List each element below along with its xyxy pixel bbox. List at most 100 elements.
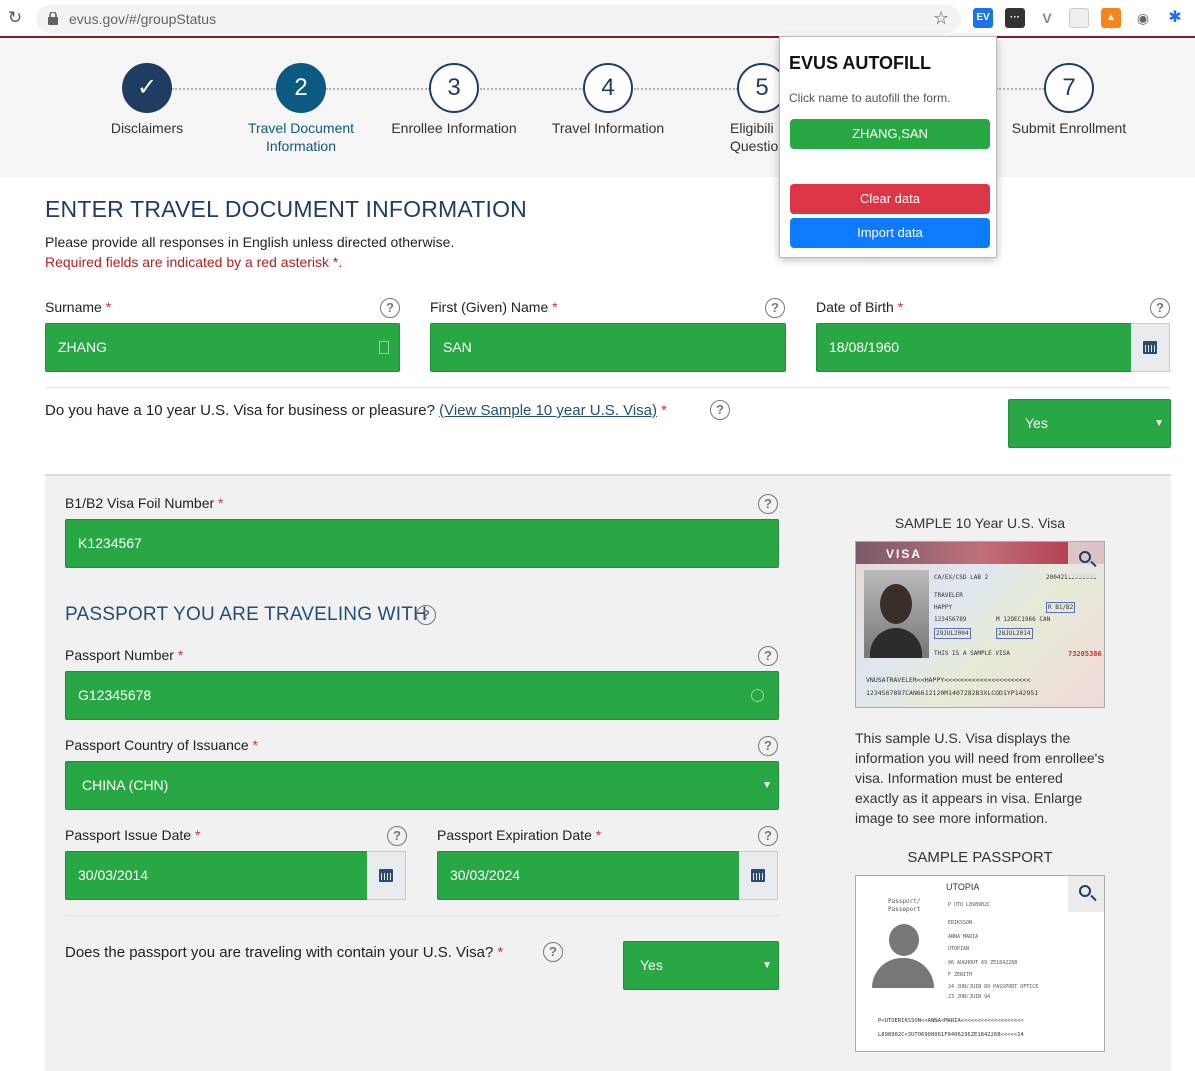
calendar-icon [379, 869, 393, 882]
foil-help-icon[interactable]: ? [758, 494, 778, 514]
contains-visa-question: Does the passport you are traveling with… [65, 944, 504, 961]
contains-visa-help-icon[interactable]: ? [543, 942, 563, 962]
passport-text-line: ERIKSSON [948, 920, 973, 926]
passport-number-input[interactable]: G12345678 [65, 671, 779, 720]
dob-label: Date of Birth * [816, 299, 904, 315]
visa-text-line: CA/EX/CSD LAB 2 [934, 574, 989, 581]
visa-answer-select[interactable]: Yes ▼ [1008, 399, 1171, 448]
issue-date-help-icon[interactable]: ? [387, 826, 407, 846]
step-5-label[interactable]: Eligibili Questio [730, 119, 780, 155]
step-2-label[interactable]: Travel Document Information [226, 119, 376, 155]
passport-country: UTOPIA [946, 882, 980, 892]
passport-number-help-icon[interactable]: ? [758, 646, 778, 666]
camera-icon[interactable]: ◉ [1133, 8, 1153, 28]
step-1-check[interactable]: ✓ [122, 63, 172, 113]
dropdown-arrow-icon: ▼ [762, 960, 772, 971]
expiry-date-label: Passport Expiration Date * [437, 827, 602, 843]
country-select[interactable]: CHINA (CHN) ▼ [65, 761, 779, 810]
visa-text-line: TRAVELER [934, 592, 963, 599]
dropdown-arrow-icon: ▼ [1154, 418, 1164, 429]
divider [45, 387, 1171, 388]
step-4-label[interactable]: Travel Information [533, 119, 683, 137]
foil-number-label: B1/B2 Visa Foil Number * [65, 495, 224, 511]
step-connector [634, 88, 738, 90]
step-1-label[interactable]: Disclaimers [72, 119, 222, 137]
autofill-name-button[interactable]: ZHANG,SAN [790, 119, 990, 149]
surname-input[interactable]: ZHANG [45, 323, 400, 372]
lock-icon [48, 12, 58, 25]
passport-text-line: 06 AUGHOUT 69 ZE184226B [948, 960, 1018, 966]
reload-icon[interactable]: ↻ [6, 9, 24, 27]
english-instruction: Please provide all responses in English … [45, 234, 455, 250]
field-autofill-icon [379, 341, 389, 354]
passport-text-line: P UTO L898902C [948, 902, 991, 908]
page-title: ENTER TRAVEL DOCUMENT INFORMATION [45, 196, 527, 222]
passport-text-line: 24 JUN/JUIN 89 PASSPORT OFFICE [948, 984, 1039, 990]
step-3-circle[interactable]: 3 [429, 63, 479, 113]
visa-mrz-line-2: 1234567897CAN6612120M1407282B3XLCOD1YP14… [866, 689, 1039, 697]
contains-visa-select[interactable]: Yes ▼ [623, 941, 779, 990]
given-name-input[interactable]: SAN [430, 323, 786, 372]
view-sample-visa-link[interactable]: (View Sample 10 year U.S. Visa) [439, 402, 657, 419]
surname-help-icon[interactable]: ? [380, 298, 400, 318]
passport-mrz-line-2: L898902C<3UTO6908061F9406236ZE184226B<<<… [878, 1032, 1024, 1038]
visa-text-line: 28JUL2014 [996, 628, 1033, 639]
step-connector [172, 88, 276, 90]
sample-passport-title: SAMPLE PASSPORT [907, 849, 1053, 866]
dob-input[interactable]: 18/08/1960 [816, 323, 1132, 372]
country-help-icon[interactable]: ? [758, 736, 778, 756]
given-name-label: First (Given) Name * [430, 299, 558, 315]
popup-title: EVUS AUTOFILL [789, 53, 932, 73]
visa-word: VISA [886, 547, 923, 561]
zoom-icon[interactable] [1068, 542, 1104, 578]
passport-number-label: Passport Number * [65, 647, 184, 663]
visa-text-line: 123456789 [934, 616, 967, 623]
step-2-circle[interactable]: 2 [276, 63, 326, 113]
extension-dots-icon[interactable]: ··· [1005, 8, 1025, 28]
zoom-icon[interactable] [1068, 876, 1104, 912]
passport-text-line: F ZENITH [948, 972, 973, 978]
expiry-date-calendar-button[interactable] [739, 851, 778, 900]
expiry-date-help-icon[interactable]: ? [758, 826, 778, 846]
issue-date-calendar-button[interactable] [367, 851, 406, 900]
extension-v-icon[interactable]: V [1037, 8, 1057, 28]
visa-text-line: M 12DEC1966 CAN [996, 616, 1051, 623]
popup-hint: Click name to autofill the form. [789, 91, 951, 105]
passport-text-line: UTOPIAN [948, 946, 970, 952]
visa-sample-text: THIS IS A SAMPLE VISA [934, 650, 1010, 657]
issue-date-input[interactable]: 30/03/2014 [65, 851, 368, 900]
evus-extension-icon[interactable]: EV [973, 8, 993, 28]
passport-text-line: ANNA MARIA [948, 934, 979, 940]
import-data-button[interactable]: Import data [790, 218, 990, 248]
step-connector [326, 88, 430, 90]
dob-help-icon[interactable]: ? [1150, 298, 1170, 318]
sample-visa-image[interactable]: VISA CA/EX/CSD LAB 2 TRAVELER HAPPY 1234… [855, 541, 1105, 708]
divider [65, 915, 779, 916]
step-4-circle[interactable]: 4 [583, 63, 633, 113]
sample-visa-title: SAMPLE 10 Year U.S. Visa [894, 515, 1066, 531]
step-7-label[interactable]: Submit Enrollment [994, 119, 1144, 137]
given-name-help-icon[interactable]: ? [765, 298, 785, 318]
calendar-icon [751, 869, 765, 882]
expiry-date-input[interactable]: 30/03/2024 [437, 851, 740, 900]
dob-calendar-button[interactable] [1131, 323, 1170, 372]
fox-extension-icon[interactable]: ▲ [1101, 8, 1121, 28]
passport-text-line: 23 JUN/JUIN 94 [948, 994, 991, 1000]
bookmark-star-icon[interactable]: ☆ [933, 8, 949, 29]
visa-question-help-icon[interactable]: ? [710, 400, 730, 420]
clear-data-button[interactable]: Clear data [790, 184, 990, 214]
asterisk-extension-icon[interactable]: ✱ [1165, 8, 1185, 28]
foil-number-input[interactable]: K1234567 [65, 519, 779, 568]
visa-mrz-line-1: VNUSATRAVELER<<HAPPY<<<<<<<<<<<<<<<<<<<<… [866, 676, 1031, 684]
sample-passport-image[interactable]: Passport/ Passeport UTOPIA P UTO L898902… [855, 875, 1105, 1052]
extension-grid-icon[interactable] [1069, 8, 1089, 28]
visa-text-line: R B1/B2 [1046, 602, 1076, 613]
url-text[interactable]: evus.gov/#/groupStatus [69, 11, 216, 27]
passport-text-line: Passport/ [888, 898, 921, 905]
passport-photo-silhouette [872, 924, 934, 988]
passport-section-help-icon[interactable]: ? [416, 605, 436, 625]
step-7-circle[interactable]: 7 [1044, 63, 1094, 113]
step-3-label[interactable]: Enrollee Information [379, 119, 529, 137]
visa-red-number: 73205386 [1068, 650, 1102, 658]
visa-question: Do you have a 10 year U.S. Visa for busi… [45, 402, 668, 419]
